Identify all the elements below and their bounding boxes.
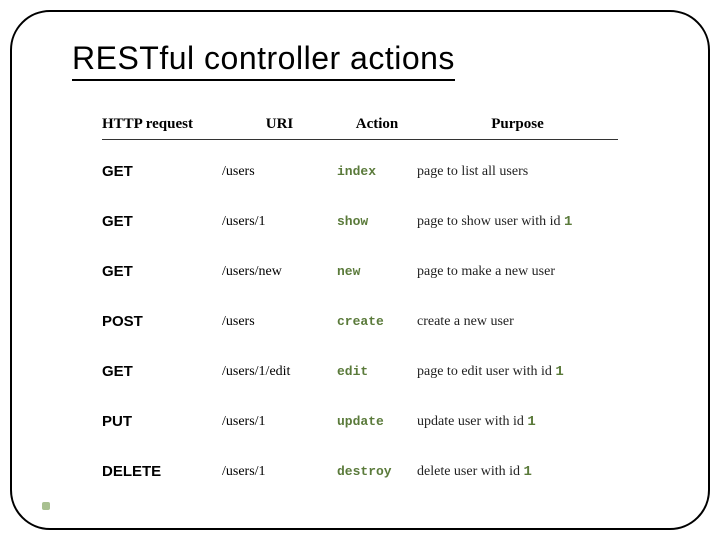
cell-purpose: create a new user bbox=[417, 290, 618, 340]
cell-http: PUT bbox=[102, 390, 222, 440]
routes-table-wrap: HTTP request URI Action Purpose GET /use… bbox=[102, 116, 618, 490]
purpose-id: 1 bbox=[564, 214, 572, 230]
page-title: RESTful controller actions bbox=[72, 40, 455, 81]
purpose-text: page to show user with id bbox=[417, 214, 564, 229]
table-row: GET /users/new new page to make a new us… bbox=[102, 240, 618, 290]
cell-http: GET bbox=[102, 340, 222, 390]
cell-action: create bbox=[337, 290, 417, 340]
cell-uri: /users/new bbox=[222, 240, 337, 290]
table-row: DELETE /users/1 destroy delete user with… bbox=[102, 440, 618, 490]
purpose-text: update user with id bbox=[417, 414, 527, 429]
cell-uri: /users/1 bbox=[222, 190, 337, 240]
cell-action: update bbox=[337, 390, 417, 440]
table-row: PUT /users/1 update update user with id … bbox=[102, 390, 618, 440]
header-action: Action bbox=[337, 116, 417, 140]
cell-http: GET bbox=[102, 140, 222, 190]
cell-action: destroy bbox=[337, 440, 417, 490]
cell-purpose: page to edit user with id 1 bbox=[417, 340, 618, 390]
table-row: GET /users/1 show page to show user with… bbox=[102, 190, 618, 240]
cell-purpose: page to show user with id 1 bbox=[417, 190, 618, 240]
purpose-text: page to edit user with id bbox=[417, 364, 555, 379]
cell-purpose: delete user with id 1 bbox=[417, 440, 618, 490]
purpose-text: page to make a new user bbox=[417, 264, 555, 279]
cell-purpose: page to make a new user bbox=[417, 240, 618, 290]
table-body: GET /users index page to list all users … bbox=[102, 140, 618, 490]
purpose-id: 1 bbox=[524, 464, 532, 480]
cell-http: GET bbox=[102, 190, 222, 240]
cell-http: POST bbox=[102, 290, 222, 340]
purpose-text: delete user with id bbox=[417, 464, 524, 479]
table-row: POST /users create create a new user bbox=[102, 290, 618, 340]
cell-purpose: update user with id 1 bbox=[417, 390, 618, 440]
header-purpose: Purpose bbox=[417, 116, 618, 140]
corner-dot-icon bbox=[42, 502, 50, 510]
cell-action: edit bbox=[337, 340, 417, 390]
routes-table: HTTP request URI Action Purpose GET /use… bbox=[102, 116, 618, 490]
cell-uri: /users/1 bbox=[222, 440, 337, 490]
header-request: HTTP request bbox=[102, 116, 222, 140]
cell-action: new bbox=[337, 240, 417, 290]
table-row: GET /users/1/edit edit page to edit user… bbox=[102, 340, 618, 390]
cell-purpose: page to list all users bbox=[417, 140, 618, 190]
cell-uri: /users/1 bbox=[222, 390, 337, 440]
cell-uri: /users/1/edit bbox=[222, 340, 337, 390]
cell-uri: /users bbox=[222, 290, 337, 340]
purpose-id: 1 bbox=[527, 414, 535, 430]
cell-http: DELETE bbox=[102, 440, 222, 490]
cell-action: show bbox=[337, 190, 417, 240]
purpose-text: create a new user bbox=[417, 314, 514, 329]
cell-http: GET bbox=[102, 240, 222, 290]
cell-action: index bbox=[337, 140, 417, 190]
cell-uri: /users bbox=[222, 140, 337, 190]
purpose-id: 1 bbox=[555, 364, 563, 380]
purpose-text: page to list all users bbox=[417, 164, 528, 179]
table-header-row: HTTP request URI Action Purpose bbox=[102, 116, 618, 140]
slide-frame: RESTful controller actions HTTP request … bbox=[10, 10, 710, 530]
table-row: GET /users index page to list all users bbox=[102, 140, 618, 190]
header-uri: URI bbox=[222, 116, 337, 140]
